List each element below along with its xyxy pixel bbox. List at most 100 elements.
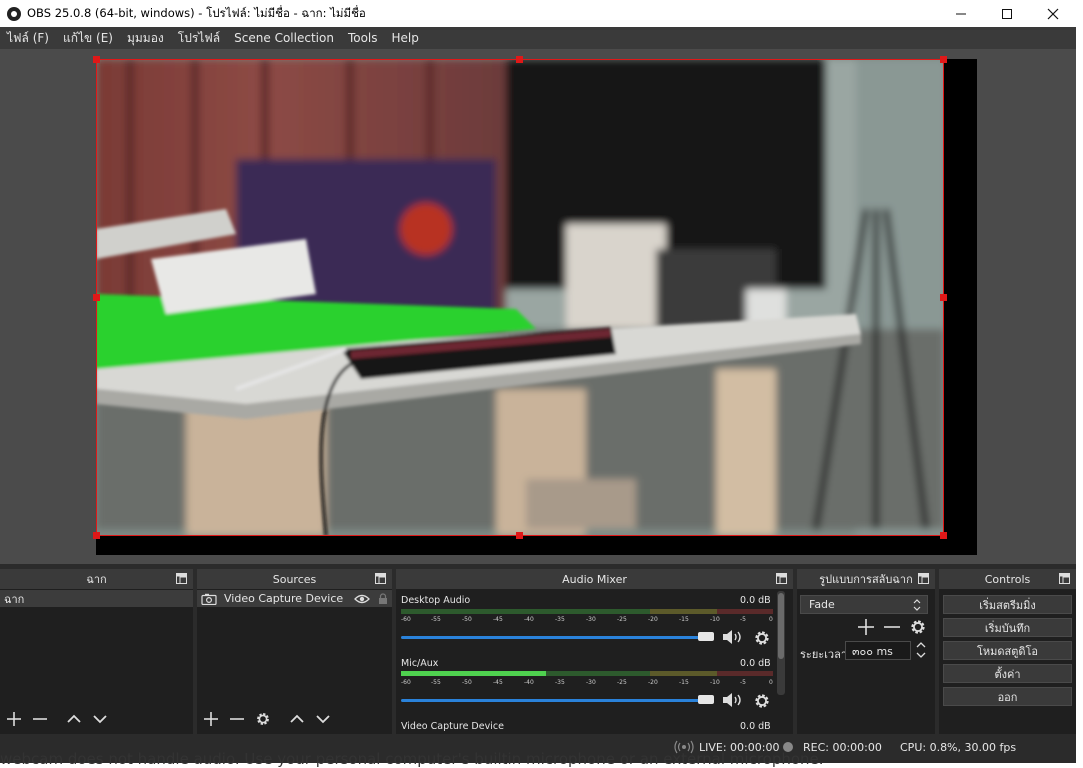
duration-value: ๓๐๐ ms bbox=[852, 644, 893, 658]
preview-area[interactable] bbox=[0, 49, 1076, 564]
scene-item-label: ฉาก bbox=[4, 592, 25, 606]
meter-red-zone bbox=[717, 671, 773, 676]
source-list-item[interactable]: Video Capture Device bbox=[197, 590, 392, 607]
channel-name: Video Capture Device bbox=[401, 721, 504, 732]
mixer-scrollbar[interactable] bbox=[777, 591, 785, 695]
settings-button[interactable]: ตั้งค่า bbox=[943, 664, 1072, 683]
move-scene-down-button[interactable] bbox=[90, 709, 110, 729]
duration-label: ระยะเวลา bbox=[800, 648, 848, 661]
move-scene-up-button[interactable] bbox=[64, 709, 84, 729]
duration-input[interactable]: ๓๐๐ ms bbox=[845, 641, 911, 660]
gear-icon[interactable] bbox=[753, 629, 771, 647]
add-source-button[interactable] bbox=[201, 709, 221, 729]
source-properties-button[interactable] bbox=[253, 709, 273, 729]
scenes-toolbar bbox=[0, 704, 193, 734]
volume-slider[interactable] bbox=[401, 636, 701, 639]
meter-red-zone bbox=[717, 609, 773, 614]
move-source-down-button[interactable] bbox=[313, 709, 333, 729]
sources-panel-title: Sources bbox=[272, 572, 317, 586]
title-bar: OBS 25.0.8 (64-bit, windows) - โปรไฟล์: … bbox=[0, 0, 1076, 27]
menu-view[interactable]: มุมมอง bbox=[120, 29, 171, 48]
lock-icon[interactable] bbox=[378, 593, 388, 605]
channel-db: 0.0 dB bbox=[740, 658, 771, 669]
remove-transition-minus-icon[interactable] bbox=[883, 618, 901, 636]
volume-slider-handle[interactable] bbox=[698, 632, 714, 641]
audio-mixer-panel: Audio Mixer bbox=[396, 569, 793, 734]
minimize-button[interactable] bbox=[938, 0, 984, 27]
add-scene-button[interactable] bbox=[4, 709, 24, 729]
resize-handle-top-left[interactable] bbox=[93, 56, 100, 63]
scenes-panel-header: ฉาก bbox=[0, 569, 193, 589]
gear-icon[interactable] bbox=[753, 692, 771, 710]
menu-help[interactable]: Help bbox=[385, 31, 426, 45]
meter-level-fill bbox=[401, 671, 546, 676]
menu-scene-collection[interactable]: Scene Collection bbox=[227, 31, 341, 45]
chevron-up-icon bbox=[290, 714, 304, 723]
start-streaming-button[interactable]: เริ่มสตรีมมิ่ง bbox=[943, 595, 1072, 614]
undock-icon[interactable] bbox=[1059, 573, 1070, 584]
scene-list-item[interactable]: ฉาก bbox=[0, 590, 193, 607]
source-item-label: Video Capture Device bbox=[224, 592, 344, 605]
sources-list: Video Capture Device bbox=[197, 590, 392, 703]
resize-handle-left[interactable] bbox=[93, 294, 100, 301]
transition-type-select[interactable]: Fade bbox=[800, 595, 928, 614]
volume-slider-handle[interactable] bbox=[698, 695, 714, 704]
minimize-icon bbox=[956, 13, 966, 14]
resize-handle-bottom[interactable] bbox=[516, 532, 523, 539]
cpu-fps-status: CPU: 0.8%, 30.00 fps bbox=[900, 741, 1017, 754]
undock-icon[interactable] bbox=[375, 573, 386, 584]
move-source-up-button[interactable] bbox=[287, 709, 307, 729]
undock-icon[interactable] bbox=[176, 573, 187, 584]
controls-panel-title: Controls bbox=[984, 572, 1031, 586]
menu-bar: ไฟล์ (F) แก้ไข (E) มุมมอง โปรไฟล์ Scene … bbox=[0, 27, 1076, 49]
menu-profile[interactable]: โปรไฟล์ bbox=[171, 29, 227, 48]
obs-logo-icon bbox=[7, 6, 21, 21]
meter-ticks: -60 -55 -50 -45 -40 -35 -30 -25 -20 -15 -10 -5 0 bbox=[401, 616, 773, 623]
studio-mode-button[interactable]: โหมดสตูดิโอ bbox=[943, 641, 1072, 660]
resize-handle-right[interactable] bbox=[940, 294, 947, 301]
undock-icon[interactable] bbox=[918, 573, 929, 584]
meter-yellow-zone bbox=[650, 671, 717, 676]
menu-file[interactable]: ไฟล์ (F) bbox=[0, 29, 56, 48]
gear-icon[interactable] bbox=[909, 618, 927, 636]
volume-slider[interactable] bbox=[401, 699, 701, 702]
menu-tools[interactable]: Tools bbox=[341, 31, 385, 45]
exit-button[interactable]: ออก bbox=[943, 687, 1072, 706]
resize-handle-top[interactable] bbox=[516, 56, 523, 63]
controls-panel-header: Controls bbox=[939, 569, 1076, 589]
speaker-icon[interactable] bbox=[721, 691, 745, 709]
window-controls bbox=[938, 0, 1076, 27]
maximize-icon bbox=[1002, 8, 1012, 19]
meter-yellow-zone bbox=[650, 609, 717, 614]
close-button[interactable] bbox=[1030, 0, 1076, 27]
source-selection-box[interactable] bbox=[96, 59, 944, 536]
maximize-button[interactable] bbox=[984, 0, 1030, 27]
camera-icon bbox=[201, 593, 217, 605]
add-transition-plus-icon[interactable] bbox=[857, 618, 875, 636]
sources-toolbar bbox=[197, 704, 392, 734]
remove-source-button[interactable] bbox=[227, 709, 247, 729]
sources-panel-header: Sources bbox=[197, 569, 392, 589]
resize-handle-bottom-right[interactable] bbox=[940, 532, 947, 539]
mixer-scrollbar-thumb[interactable] bbox=[778, 593, 784, 659]
transitions-panel-header: รูปแบบการสลับฉาก bbox=[797, 569, 935, 589]
close-icon bbox=[1047, 8, 1059, 19]
remove-scene-button[interactable] bbox=[30, 709, 50, 729]
undock-icon[interactable] bbox=[776, 573, 787, 584]
meter-ticks: -60 -55 -50 -45 -40 -35 -30 -25 -20 -15 -10 -5 0 bbox=[401, 679, 773, 686]
chevron-down-icon bbox=[316, 715, 330, 724]
minus-icon bbox=[33, 718, 47, 720]
resize-handle-bottom-left[interactable] bbox=[93, 532, 100, 539]
audio-mixer-title: Audio Mixer bbox=[562, 572, 627, 586]
transitions-panel-title: รูปแบบการสลับฉาก bbox=[819, 573, 913, 586]
resize-handle-top-right[interactable] bbox=[940, 56, 947, 63]
duration-spinner-icon[interactable] bbox=[915, 640, 927, 660]
channel-name: Mic/Aux bbox=[401, 658, 439, 669]
transition-type-value: Fade bbox=[809, 598, 835, 611]
scenes-panel: ฉาก ฉาก bbox=[0, 569, 193, 734]
scene-transitions-panel: รูปแบบการสลับฉาก Fade ระยะเวลา ๓๐๐ ms bbox=[797, 569, 935, 734]
speaker-icon[interactable] bbox=[721, 628, 745, 646]
visibility-eye-icon[interactable] bbox=[354, 594, 370, 604]
start-recording-button[interactable]: เริ่มบันทึก bbox=[943, 618, 1072, 637]
menu-edit[interactable]: แก้ไข (E) bbox=[56, 29, 120, 48]
